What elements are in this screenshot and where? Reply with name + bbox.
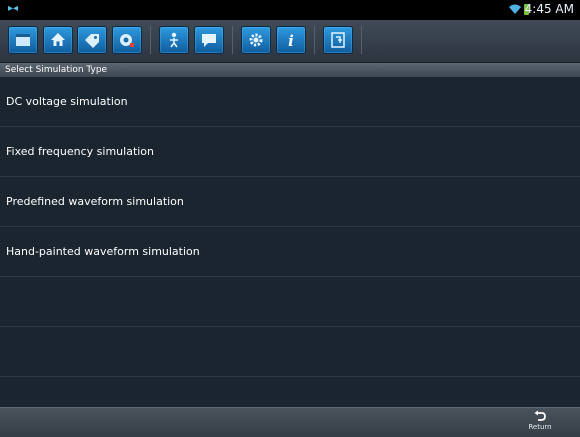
list-item-label: Hand-painted waveform simulation: [6, 245, 200, 258]
gear-icon[interactable]: [242, 27, 270, 53]
list-item-fixed-frequency[interactable]: Fixed frequency simulation: [0, 127, 580, 177]
list-item-hand-painted-waveform[interactable]: Hand-painted waveform simulation: [0, 227, 580, 277]
simulation-type-list: DC voltage simulation Fixed frequency si…: [0, 77, 580, 407]
clock: 4:45 AM: [524, 2, 574, 16]
return-label: Return: [528, 423, 552, 431]
svg-text:i: i: [288, 32, 294, 49]
info-icon[interactable]: i: [277, 27, 305, 53]
list-item-label: DC voltage simulation: [6, 95, 128, 108]
person-icon[interactable]: [160, 27, 188, 53]
toolbar-separator: [314, 26, 315, 54]
page-title: Select Simulation Type: [0, 63, 580, 77]
return-icon: [534, 410, 546, 421]
wifi-icon: [509, 4, 521, 14]
notification-icon: ▸◂: [8, 3, 19, 14]
list-item-empty: [0, 327, 580, 377]
toolbar-separator: [150, 26, 151, 54]
home-icon[interactable]: [44, 27, 72, 53]
toolbar-separator: [361, 26, 362, 54]
list-item-empty: [0, 277, 580, 327]
return-button[interactable]: Return: [520, 410, 560, 436]
bottom-bar: Return: [0, 407, 580, 437]
list-item-predefined-waveform[interactable]: Predefined waveform simulation: [0, 177, 580, 227]
toolbar: i: [0, 20, 580, 63]
list-item-label: Predefined waveform simulation: [6, 195, 184, 208]
car-settings-icon[interactable]: [113, 27, 141, 53]
chat-icon[interactable]: [195, 27, 223, 53]
window-icon[interactable]: [9, 27, 37, 53]
list-item-dc-voltage[interactable]: DC voltage simulation: [0, 77, 580, 127]
exit-icon[interactable]: [324, 27, 352, 53]
list-item-empty: [0, 377, 580, 407]
status-bar: ▸◂ 4:45 AM: [0, 0, 580, 20]
list-item-label: Fixed frequency simulation: [6, 145, 155, 158]
tag-icon[interactable]: [78, 27, 106, 53]
toolbar-separator: [232, 26, 233, 54]
